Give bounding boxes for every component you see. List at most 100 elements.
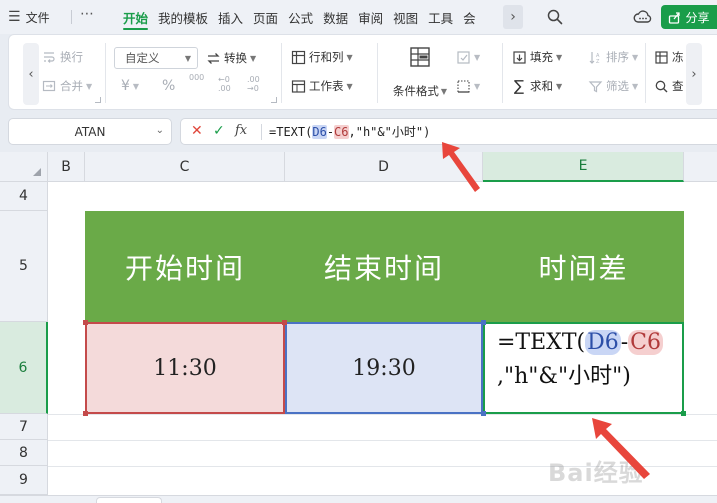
tabs-scroll-right-button[interactable]: › bbox=[503, 5, 523, 29]
rows-columns-label: 行和列 bbox=[309, 50, 344, 64]
header-cell-time-diff[interactable]: 时间差 bbox=[483, 211, 684, 322]
chevron-down-icon[interactable]: ⌄ bbox=[156, 125, 164, 136]
header-cell-end-time[interactable]: 结束时间 bbox=[285, 211, 483, 322]
formula-input[interactable]: =TEXT(D6-C6,"h"&"小时") bbox=[269, 123, 430, 140]
cell-e6-editing[interactable]: =TEXT(D6-C6 ,"h"&"小时") bbox=[483, 322, 684, 414]
range-handle[interactable] bbox=[83, 411, 88, 416]
increase-decimal-button[interactable]: ←0 .00 bbox=[218, 73, 240, 95]
column-header-c[interactable]: C bbox=[85, 152, 285, 182]
menu-divider bbox=[71, 10, 72, 24]
tab-my-templates[interactable]: 我的模板 bbox=[153, 0, 213, 34]
currency-icon: ¥ bbox=[121, 78, 130, 94]
column-header-b[interactable]: B bbox=[48, 152, 85, 182]
file-menu[interactable]: ☰ 文件 bbox=[8, 7, 50, 27]
sort-button[interactable]: AZ 排序 ▼ bbox=[587, 46, 638, 68]
cell-d6-end-time[interactable]: 19:30 bbox=[285, 322, 483, 414]
filter-button[interactable]: 筛选 ▼ bbox=[587, 75, 638, 97]
tab-view[interactable]: 视图 bbox=[388, 0, 423, 34]
convert-label: 转换 bbox=[224, 51, 247, 65]
worksheet-button[interactable]: 工作表 ▼ bbox=[290, 75, 353, 97]
borders-button[interactable]: ▼ bbox=[455, 75, 480, 97]
ribbon-divider bbox=[502, 43, 503, 103]
chevron-down-icon: ▼ bbox=[556, 52, 563, 62]
header-cell-start-time[interactable]: 开始时间 bbox=[85, 211, 285, 322]
ribbon-divider bbox=[377, 43, 378, 103]
border-icon bbox=[455, 78, 471, 94]
row-header-7[interactable]: 7 bbox=[0, 414, 48, 440]
chevron-down-icon: ▼ bbox=[184, 53, 191, 63]
tab-page[interactable]: 页面 bbox=[248, 0, 283, 34]
cloud-sync-button[interactable] bbox=[633, 8, 653, 26]
currency-format-button[interactable]: ¥ ▼ bbox=[121, 75, 139, 97]
chevron-down-icon: ▼ bbox=[346, 81, 353, 91]
tab-data[interactable]: 数据 bbox=[318, 0, 353, 34]
chevron-down-icon: ▼ bbox=[474, 52, 481, 62]
fill-button[interactable]: 填充 ▼ bbox=[511, 46, 562, 68]
chevron-down-icon: ▼ bbox=[632, 81, 639, 91]
search-icon bbox=[653, 78, 669, 94]
decrease-decimal-button[interactable]: .00 →0 bbox=[247, 73, 271, 95]
sheet-tab[interactable] bbox=[96, 497, 162, 503]
accept-formula-button[interactable]: ✓ bbox=[213, 123, 225, 139]
find-button[interactable]: 查 bbox=[653, 75, 684, 97]
ribbon-divider bbox=[105, 43, 106, 103]
fill-label: 填充 bbox=[530, 50, 553, 64]
share-button[interactable]: 分享 bbox=[661, 5, 717, 29]
tab-formulas[interactable]: 公式 bbox=[283, 0, 318, 34]
thousands-separator-button[interactable]: 000 bbox=[189, 73, 204, 95]
cancel-formula-button[interactable]: ✕ bbox=[191, 123, 203, 139]
sum-button[interactable]: ∑ 求和 ▼ bbox=[511, 75, 562, 97]
range-handle[interactable] bbox=[481, 411, 486, 416]
conditional-format-label: 条件格式 bbox=[392, 84, 439, 98]
cloud-icon bbox=[633, 10, 652, 23]
wrap-text-button[interactable]: 换行 bbox=[41, 46, 83, 68]
tab-review[interactable]: 审阅 bbox=[353, 0, 388, 34]
search-button[interactable] bbox=[546, 8, 564, 26]
merge-cells-button[interactable]: 合并 ▼ bbox=[41, 75, 92, 97]
tab-member[interactable]: 会 bbox=[458, 0, 481, 34]
filter-icon bbox=[587, 78, 603, 94]
more-menu-button[interactable]: ⋯ bbox=[80, 6, 95, 22]
range-handle[interactable] bbox=[83, 320, 88, 325]
cell-c6-start-time[interactable]: 11:30 bbox=[85, 322, 285, 414]
select-all-button[interactable] bbox=[0, 152, 48, 182]
fill-handle[interactable] bbox=[681, 411, 686, 416]
row-header-6[interactable]: 6 bbox=[0, 322, 48, 414]
spreadsheet-grid: B C D E 4 5 6 7 8 9 开始时间 结束时间 时间差 11:30 … bbox=[0, 152, 717, 503]
convert-button[interactable]: 转换 ▼ bbox=[205, 47, 256, 69]
tab-tools[interactable]: 工具 bbox=[423, 0, 458, 34]
range-handle[interactable] bbox=[282, 320, 287, 325]
name-box[interactable]: ATAN ⌄ bbox=[8, 118, 172, 145]
conditional-format-button[interactable]: 条件格式 ▼ bbox=[386, 41, 454, 105]
dialog-launcher-icon[interactable] bbox=[271, 97, 277, 103]
column-header-d[interactable]: D bbox=[285, 152, 483, 182]
cell-style-button[interactable]: ▼ bbox=[455, 46, 480, 68]
number-format-select[interactable]: 自定义 ▼ bbox=[114, 47, 198, 69]
tab-insert[interactable]: 插入 bbox=[213, 0, 248, 34]
ribbon-scroll-left-button[interactable]: ‹ bbox=[23, 43, 39, 105]
row-header-4[interactable]: 4 bbox=[0, 182, 48, 211]
formula-prefix: =TEXT( bbox=[269, 125, 313, 139]
row-header-9[interactable]: 9 bbox=[0, 466, 48, 495]
sum-label: 求和 bbox=[530, 79, 553, 93]
percent-format-button[interactable]: % bbox=[162, 75, 175, 97]
chevron-down-icon: ▼ bbox=[132, 81, 140, 91]
column-header-f[interactable] bbox=[684, 152, 717, 182]
freeze-label: 冻 bbox=[672, 50, 684, 64]
tab-home[interactable]: 开始 bbox=[118, 0, 153, 34]
row-header-5[interactable]: 5 bbox=[0, 211, 48, 322]
row-header-8[interactable]: 8 bbox=[0, 440, 48, 466]
insert-function-button[interactable]: fx bbox=[235, 123, 247, 138]
sort-label: 排序 bbox=[606, 50, 629, 64]
formula-suffix: ,"h"&"小时") bbox=[348, 125, 431, 139]
chevron-left-icon: ‹ bbox=[28, 66, 34, 82]
wrap-icon bbox=[41, 49, 57, 65]
share-icon bbox=[669, 11, 681, 24]
rows-columns-button[interactable]: 行和列 ▼ bbox=[290, 46, 353, 68]
ribbon-scroll-right-button[interactable]: › bbox=[686, 43, 702, 105]
find-label: 查 bbox=[672, 79, 684, 93]
dialog-launcher-icon[interactable] bbox=[95, 97, 101, 103]
freeze-panes-button[interactable]: 冻 bbox=[653, 46, 684, 68]
range-handle[interactable] bbox=[481, 320, 486, 325]
column-header-e[interactable]: E bbox=[483, 152, 684, 182]
